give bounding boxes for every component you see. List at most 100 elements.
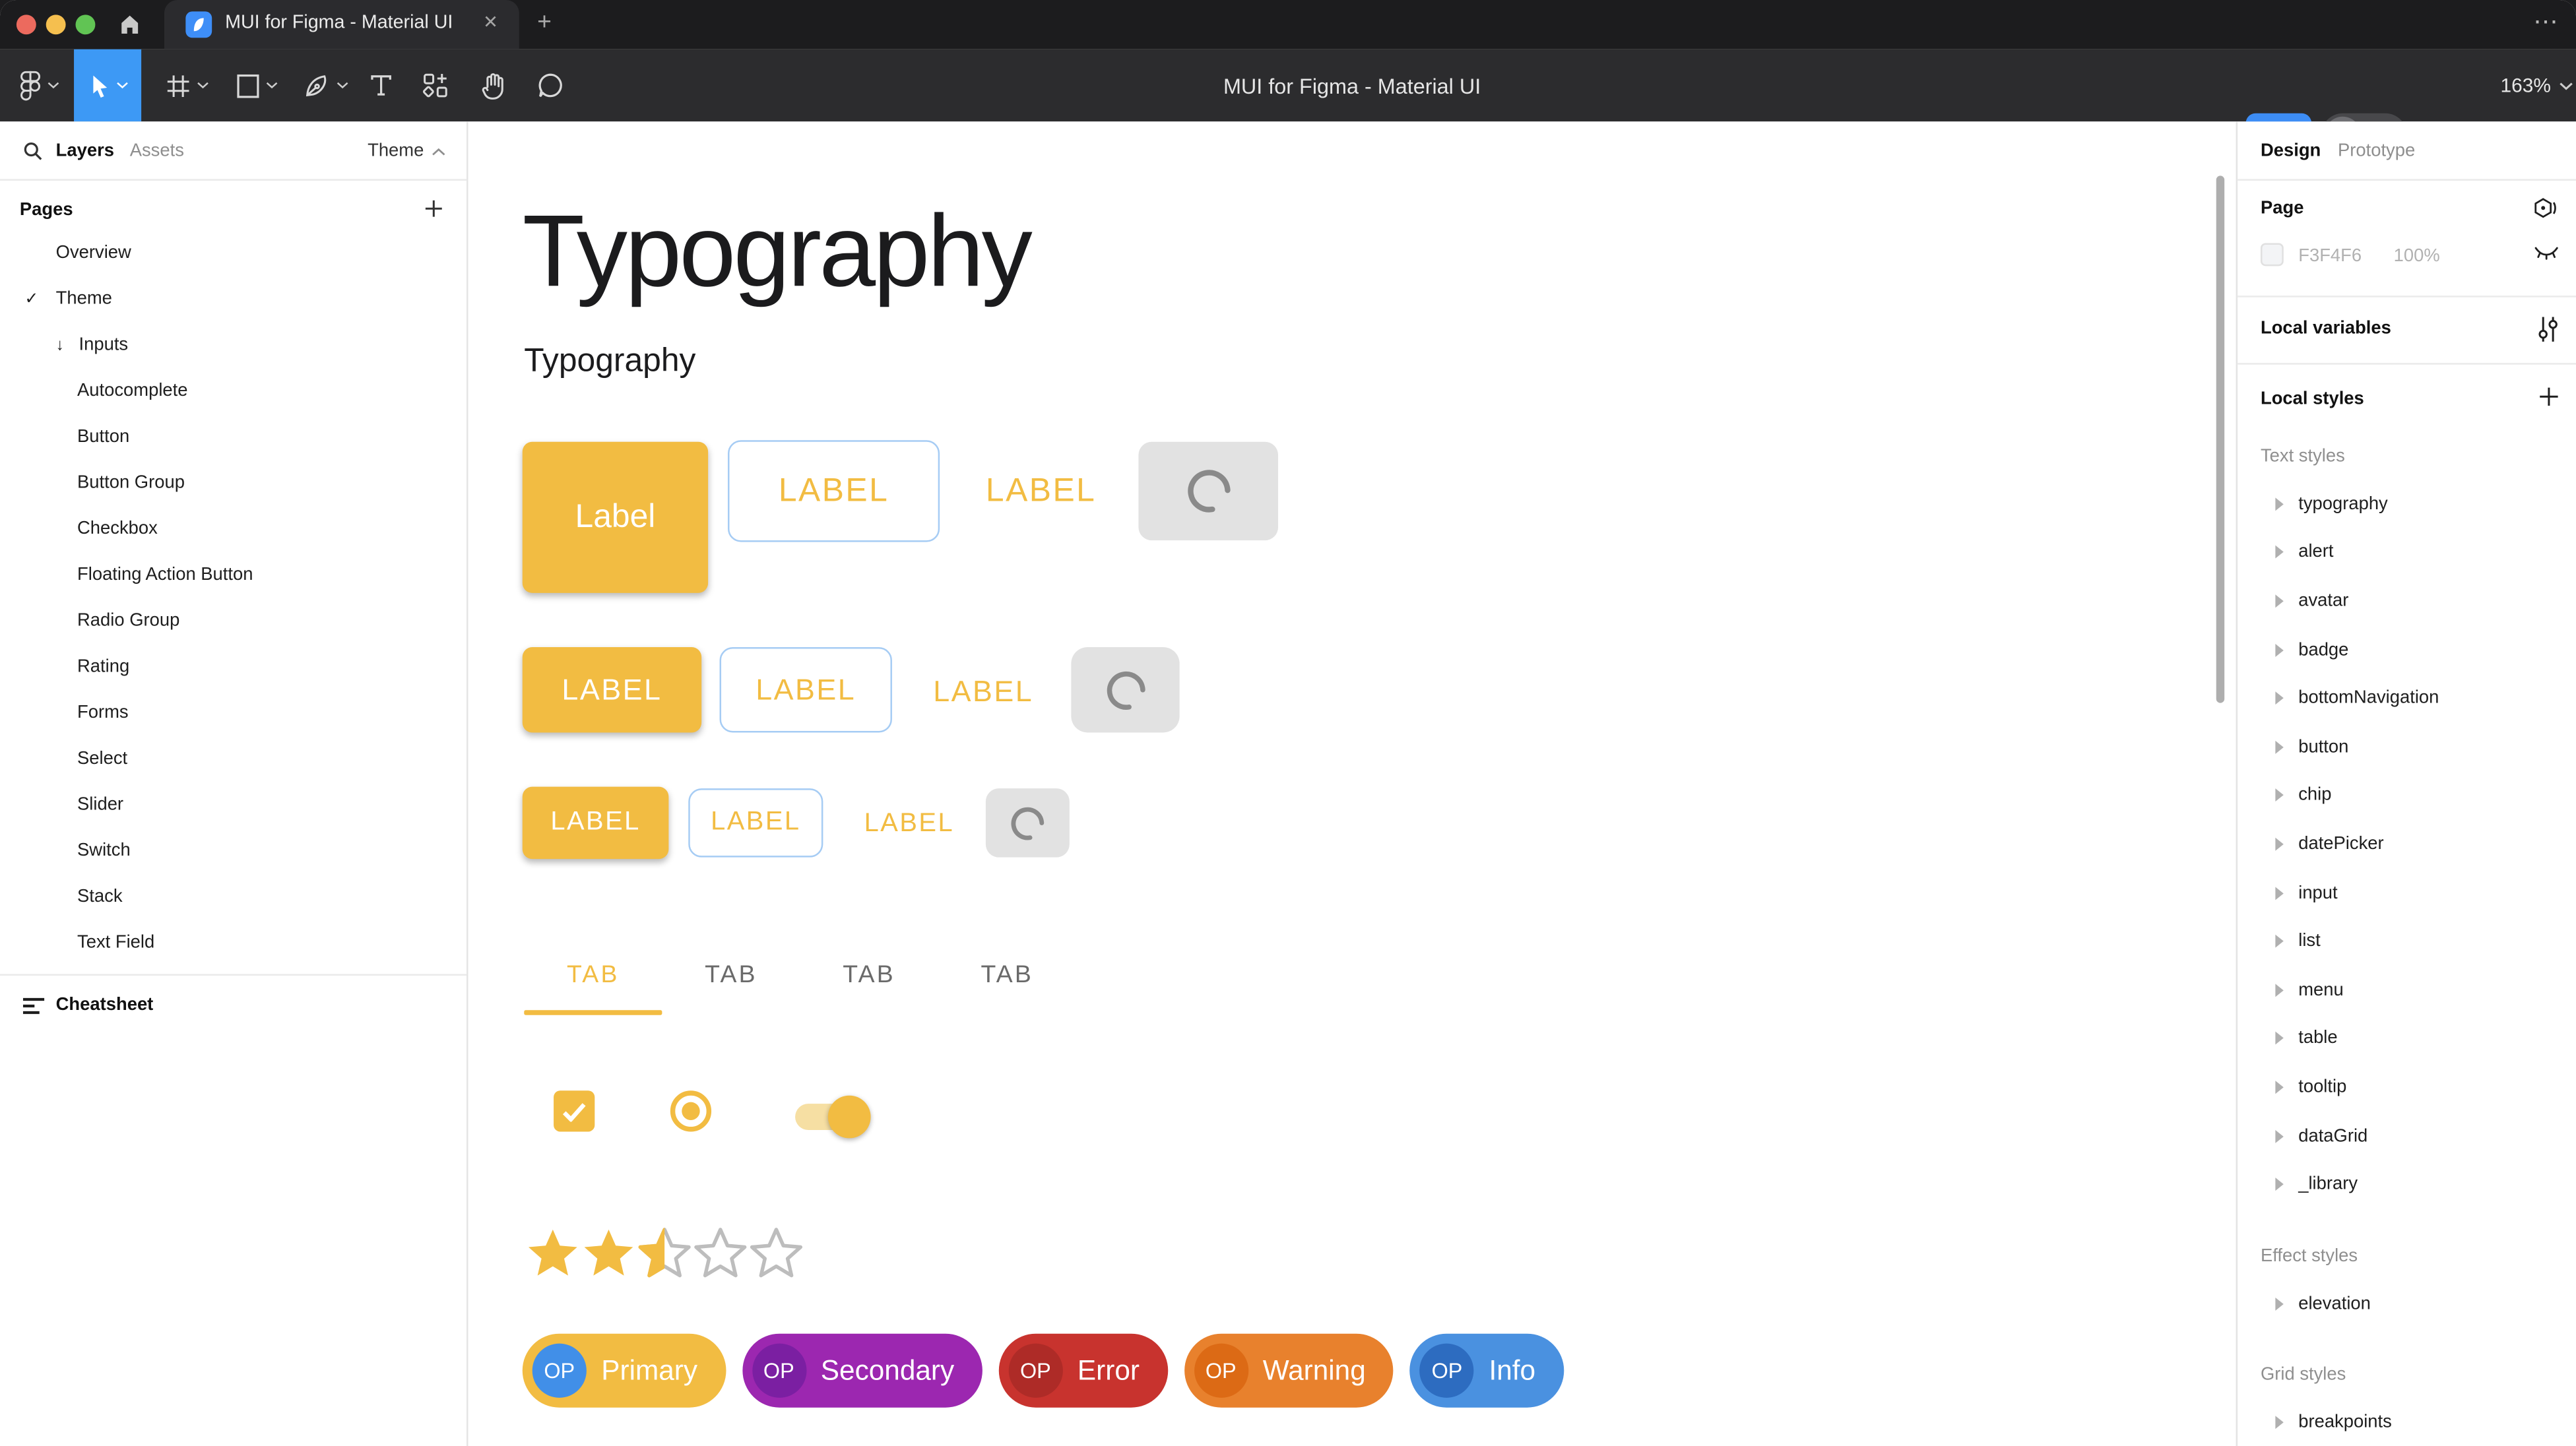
sidebar-page-button[interactable]: Button: [0, 414, 467, 460]
outlined-button-medium[interactable]: LABEL: [720, 647, 892, 732]
text-style-typography[interactable]: typography: [2238, 480, 2576, 528]
sidebar-page-overview[interactable]: Overview: [0, 230, 467, 276]
disclosure-triangle-icon[interactable]: [2275, 1129, 2283, 1143]
tab-design[interactable]: Design: [2261, 141, 2321, 161]
sidebar-page-theme[interactable]: ✓Theme: [0, 276, 467, 322]
disclosure-triangle-icon[interactable]: [2275, 1032, 2283, 1045]
minimize-window-button[interactable]: [46, 15, 66, 34]
sidebar-page-button-group[interactable]: Button Group: [0, 460, 467, 506]
disclosure-triangle-icon[interactable]: [2275, 1178, 2283, 1191]
sidebar-page-text-field[interactable]: Text Field: [0, 920, 467, 966]
sidebar-page-radio-group[interactable]: Radio Group: [0, 598, 467, 644]
contained-button-large[interactable]: Label: [523, 442, 708, 593]
text-style-button[interactable]: button: [2238, 722, 2576, 771]
radio-selected[interactable]: [670, 1090, 711, 1131]
disclosure-triangle-icon[interactable]: [2275, 935, 2283, 948]
resources-tool-button[interactable]: [414, 49, 457, 122]
canvas-scrollbar[interactable]: [2216, 175, 2224, 703]
text-button-medium[interactable]: LABEL: [933, 675, 1033, 709]
frame-tool-button[interactable]: [158, 49, 217, 122]
effect-style-elevation[interactable]: elevation: [2238, 1280, 2576, 1329]
text-style-table[interactable]: table: [2238, 1015, 2576, 1063]
sidebar-page-stack[interactable]: Stack: [0, 874, 467, 920]
disclosure-triangle-icon[interactable]: [2275, 546, 2283, 559]
tab-prototype[interactable]: Prototype: [2338, 141, 2415, 161]
chip-info[interactable]: OPInfo: [1410, 1334, 1563, 1408]
text-button-small[interactable]: LABEL: [864, 809, 954, 839]
grid-style-breakpoints[interactable]: breakpoints: [2238, 1398, 2576, 1446]
chip-secondary[interactable]: OPSecondary: [742, 1334, 982, 1408]
mui-tab-1[interactable]: TAB: [524, 936, 662, 1012]
contained-button-medium[interactable]: LABEL: [523, 647, 701, 732]
disclosure-triangle-icon[interactable]: [2275, 1081, 2283, 1094]
disclosure-triangle-icon[interactable]: [2275, 838, 2283, 851]
disclosure-triangle-icon[interactable]: [2275, 886, 2283, 899]
sidebar-item-cheatsheet[interactable]: Cheatsheet: [0, 982, 467, 1028]
add-style-button[interactable]: [2538, 386, 2560, 407]
text-style-list[interactable]: list: [2238, 917, 2576, 966]
text-style-dataGrid[interactable]: dataGrid: [2238, 1112, 2576, 1160]
page-color-swatch[interactable]: [2261, 243, 2284, 266]
loading-button-small[interactable]: [986, 788, 1070, 858]
zoom-menu[interactable]: 163%: [2500, 49, 2572, 122]
pen-tool-button[interactable]: [296, 49, 355, 122]
text-button-large[interactable]: LABEL: [986, 473, 1096, 511]
text-style-datePicker[interactable]: datePicker: [2238, 820, 2576, 869]
sidebar-page-slider[interactable]: Slider: [0, 782, 467, 828]
mui-tab-3[interactable]: TAB: [800, 936, 938, 1012]
chip-warning[interactable]: OPWarning: [1184, 1334, 1394, 1408]
star-half-icon[interactable]: [637, 1225, 692, 1279]
sidebar-page-rating[interactable]: Rating: [0, 644, 467, 690]
close-window-button[interactable]: [16, 15, 36, 34]
local-variables-section[interactable]: Local variables: [2238, 296, 2576, 363]
zoom-window-button[interactable]: [76, 15, 96, 34]
browser-menu-icon[interactable]: ⋯: [2533, 7, 2560, 36]
tab-assets[interactable]: Assets: [130, 141, 184, 161]
text-style-chip[interactable]: chip: [2238, 771, 2576, 820]
comment-tool-button[interactable]: [529, 49, 572, 122]
switch-on[interactable]: [795, 1104, 861, 1130]
sidebar-page-floating-action-button[interactable]: Floating Action Button: [0, 552, 467, 598]
disclosure-triangle-icon[interactable]: [2275, 497, 2283, 511]
eye-off-icon[interactable]: [2533, 245, 2560, 263]
canvas[interactable]: Typography Typography Label LABEL LABEL …: [468, 121, 2236, 1446]
tab-layers[interactable]: Layers: [56, 141, 114, 161]
document-title[interactable]: MUI for Figma - Material UI: [1223, 49, 1481, 122]
loading-button-medium[interactable]: [1071, 647, 1179, 732]
sidebar-page-inputs[interactable]: ↓Inputs: [0, 322, 467, 368]
move-tool-button[interactable]: [74, 49, 141, 122]
switch-thumb[interactable]: [828, 1096, 871, 1139]
text-style-avatar[interactable]: avatar: [2238, 577, 2576, 625]
text-style-_library[interactable]: _library: [2238, 1160, 2576, 1209]
disclosure-triangle-icon[interactable]: [2275, 1416, 2283, 1429]
star-full-icon[interactable]: [581, 1225, 635, 1279]
outlined-button-large[interactable]: LABEL: [728, 440, 940, 542]
star-empty-icon[interactable]: [749, 1225, 803, 1279]
search-icon[interactable]: [23, 141, 43, 161]
page-selector[interactable]: Theme: [368, 141, 445, 161]
text-tool-button[interactable]: [360, 49, 402, 122]
sidebar-page-forms[interactable]: Forms: [0, 690, 467, 736]
home-icon[interactable]: [118, 13, 141, 36]
shape-tool-button[interactable]: [227, 49, 286, 122]
browser-tab[interactable]: MUI for Figma - Material UI ✕: [164, 0, 519, 49]
star-empty-icon[interactable]: [693, 1225, 748, 1279]
text-style-input[interactable]: input: [2238, 868, 2576, 917]
text-style-alert[interactable]: alert: [2238, 528, 2576, 577]
sidebar-page-checkbox[interactable]: Checkbox: [0, 506, 467, 552]
chip-error[interactable]: OPError: [998, 1334, 1167, 1408]
sidebar-page-select[interactable]: Select: [0, 736, 467, 782]
text-style-tooltip[interactable]: tooltip: [2238, 1063, 2576, 1112]
page-color-hex[interactable]: F3F4F6: [2298, 246, 2362, 266]
disclosure-triangle-icon[interactable]: [2275, 594, 2283, 608]
styles-icon[interactable]: [2530, 195, 2560, 223]
disclosure-triangle-icon[interactable]: [2275, 984, 2283, 997]
sidebar-page-autocomplete[interactable]: Autocomplete: [0, 368, 467, 414]
chip-primary[interactable]: OPPrimary: [523, 1334, 726, 1408]
text-style-bottomNavigation[interactable]: bottomNavigation: [2238, 674, 2576, 723]
outlined-button-small[interactable]: LABEL: [688, 788, 823, 858]
checkbox-checked[interactable]: [554, 1090, 595, 1131]
star-full-icon[interactable]: [526, 1225, 580, 1279]
text-style-badge[interactable]: badge: [2238, 625, 2576, 674]
text-style-menu[interactable]: menu: [2238, 966, 2576, 1015]
